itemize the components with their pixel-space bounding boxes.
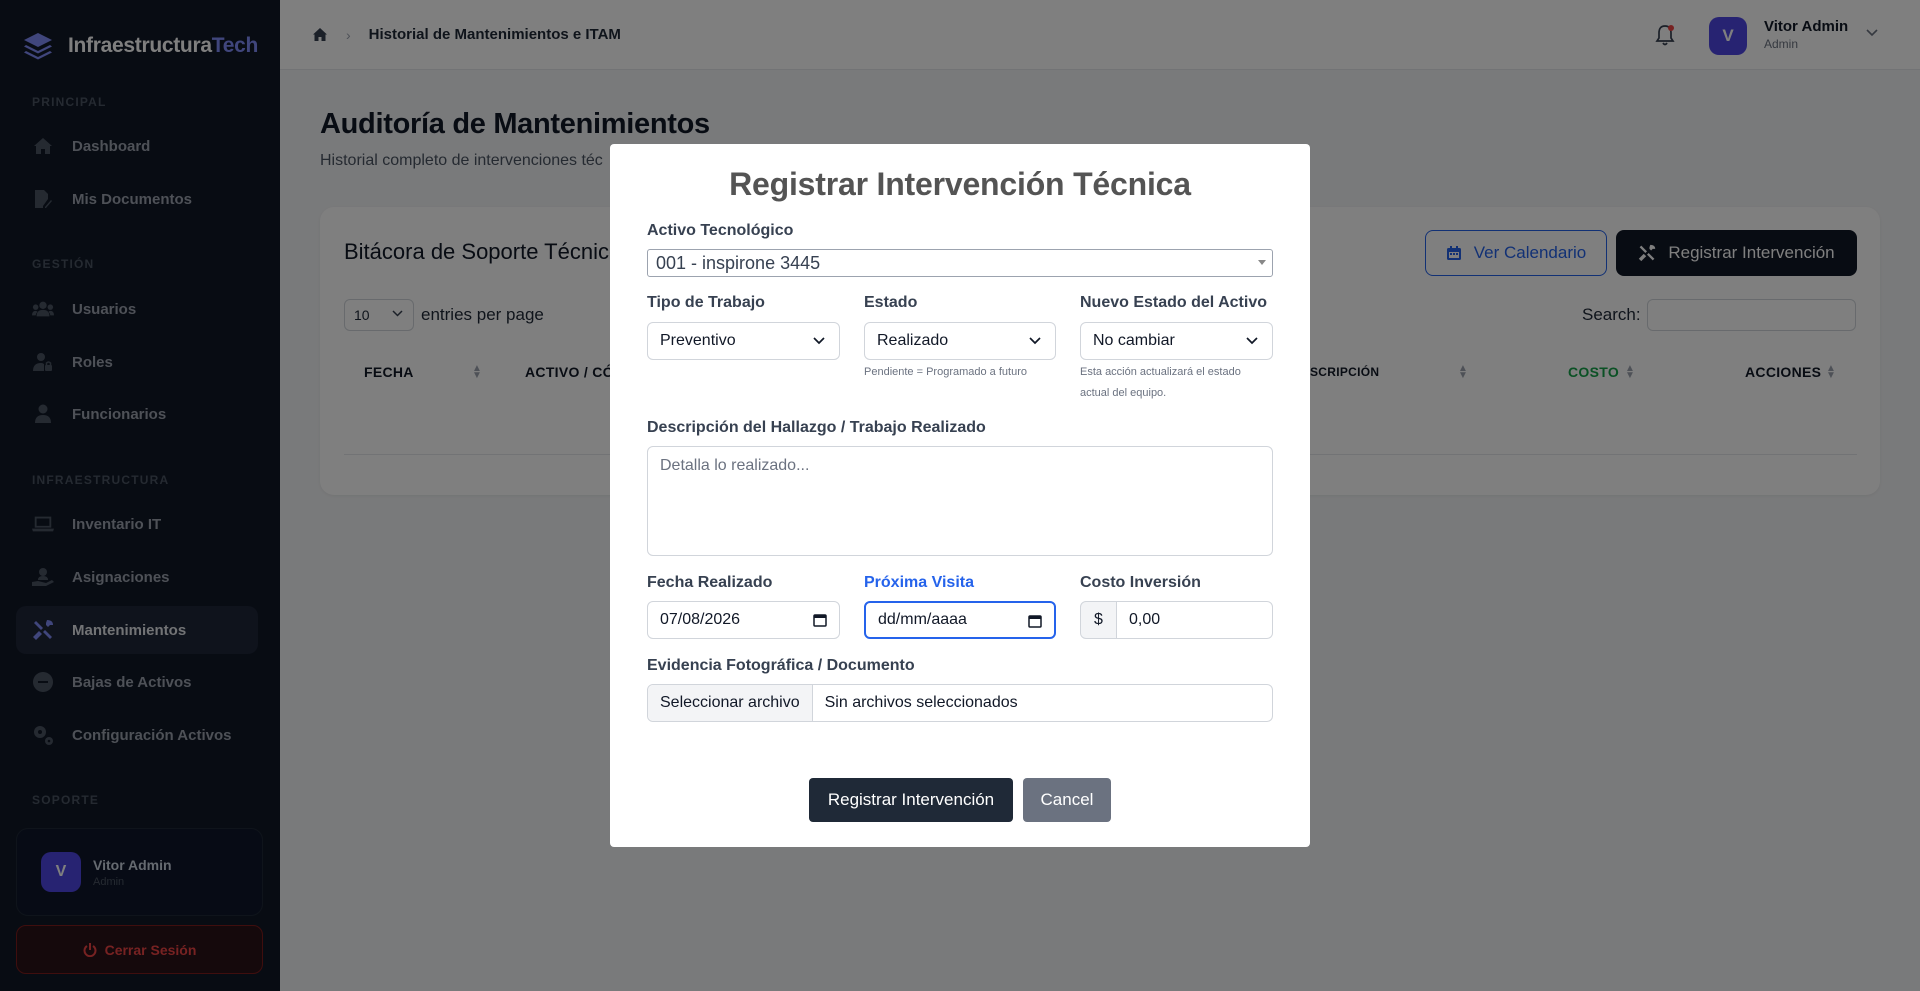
status-label: Estado [864, 294, 918, 311]
register-intervention-modal: Registrar Intervención Técnica Activo Te… [610, 144, 1310, 847]
date-done-value: 07/08/2026 [660, 611, 741, 628]
submit-intervention-button[interactable]: Registrar Intervención [809, 778, 1013, 822]
choose-file-button[interactable]: Seleccionar archivo [648, 685, 813, 721]
date-done-input[interactable]: 07/08/2026 [647, 601, 840, 639]
cost-label: Costo Inversión [1080, 574, 1201, 591]
description-label: Descripción del Hallazgo / Trabajo Reali… [647, 419, 986, 436]
new-status-value: No cambiar [1093, 332, 1175, 349]
calendar-icon[interactable] [813, 613, 827, 627]
new-status-label: Nuevo Estado del Activo [1080, 294, 1267, 311]
status-value: Realizado [877, 332, 949, 349]
next-visit-input[interactable]: dd/mm/aaaa [864, 601, 1056, 639]
next-visit-value: dd/mm/aaaa [878, 611, 967, 628]
asset-select[interactable]: 001 - inspirone 3445 [647, 249, 1273, 277]
currency-prefix: $ [1080, 601, 1117, 639]
work-type-select[interactable]: Preventivo [647, 322, 840, 360]
work-type-value: Preventivo [660, 332, 736, 349]
date-done-label: Fecha Realizado [647, 574, 773, 591]
evidence-label: Evidencia Fotográfica / Documento [647, 657, 915, 674]
asset-label: Activo Tecnológico [647, 222, 794, 239]
cancel-button[interactable]: Cancel [1023, 778, 1111, 822]
work-type-label: Tipo de Trabajo [647, 294, 765, 311]
status-hint: Pendiente = Programado a futuro [864, 366, 1027, 378]
status-select[interactable]: Realizado [864, 322, 1056, 360]
dropdown-arrow-icon [1258, 260, 1266, 265]
new-status-select[interactable]: No cambiar [1080, 322, 1273, 360]
calendar-icon[interactable] [1028, 614, 1042, 628]
chevron-down-icon [813, 337, 825, 345]
chevron-down-icon [1246, 337, 1258, 345]
new-status-hint-line-1: Esta acción actualizará el estado [1080, 366, 1241, 378]
asset-value: 001 - inspirone 3445 [656, 252, 821, 273]
cost-input[interactable]: 0,00 [1116, 601, 1273, 639]
file-status: Sin archivos seleccionados [824, 694, 1018, 711]
next-visit-label: Próxima Visita [864, 574, 974, 591]
description-textarea[interactable]: Detalla lo realizado... [647, 446, 1273, 556]
evidence-file-input[interactable]: Seleccionar archivo Sin archivos selecci… [647, 684, 1273, 722]
modal-title: Registrar Intervención Técnica [729, 166, 1191, 202]
chevron-down-icon [1029, 337, 1041, 345]
new-status-hint-line-2: actual del equipo. [1080, 387, 1167, 399]
